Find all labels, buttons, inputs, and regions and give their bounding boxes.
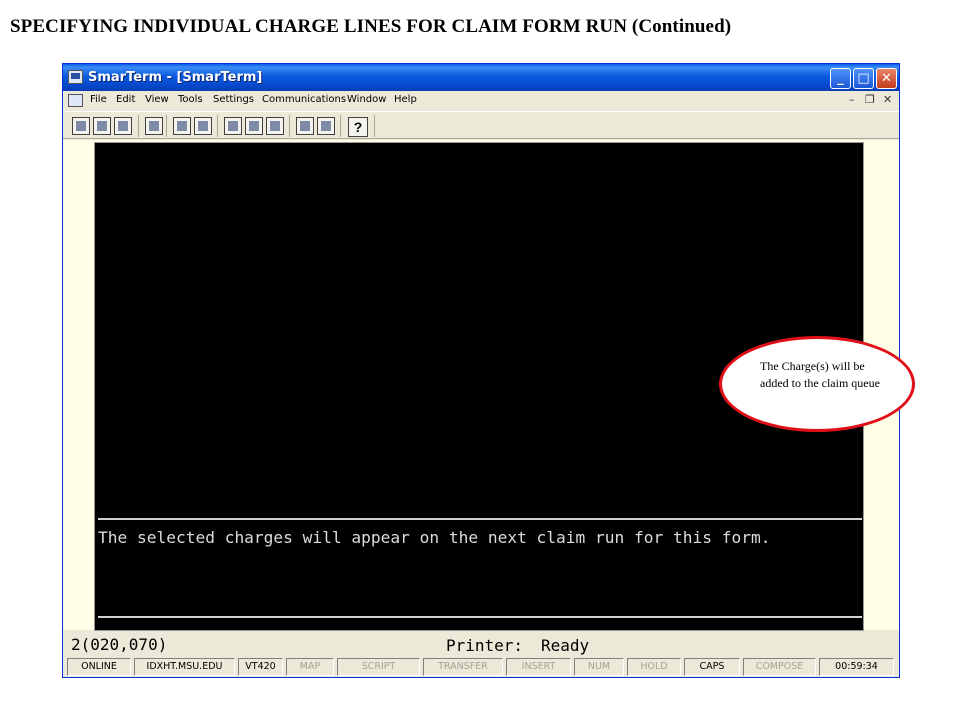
- indicator-caps[interactable]: CAPS: [684, 658, 740, 676]
- minimize-button[interactable]: _: [830, 68, 851, 89]
- menu-view[interactable]: View: [145, 94, 169, 105]
- table-icon[interactable]: [266, 117, 284, 135]
- smarterm-app-icon[interactable]: [68, 70, 83, 84]
- title-bar[interactable]: SmarTerm - [SmarTerm] _ □ ✕: [63, 64, 899, 91]
- indicator-clock: 00:59:34: [819, 658, 894, 676]
- print-icon[interactable]: [145, 117, 163, 135]
- callout-ellipse: The Charge(s) will be added to the claim…: [719, 336, 915, 432]
- menu-file[interactable]: File: [90, 94, 107, 105]
- indicator-emulation[interactable]: VT420: [238, 658, 283, 676]
- menu-help[interactable]: Help: [394, 94, 417, 105]
- indicator-map[interactable]: MAP: [286, 658, 334, 676]
- paste-icon[interactable]: [194, 117, 212, 135]
- terminal-status-line: 2(020,070) Printer: Ready: [63, 633, 899, 655]
- terminal-divider-top: [98, 518, 862, 520]
- open-icon[interactable]: [93, 117, 111, 135]
- indicator-transfer[interactable]: TRANSFER: [423, 658, 503, 676]
- callout-text: The Charge(s) will be added to the claim…: [760, 359, 880, 390]
- menu-edit[interactable]: Edit: [116, 94, 135, 105]
- help-button[interactable]: ?: [348, 117, 368, 137]
- indicator-online[interactable]: ONLINE: [67, 658, 131, 676]
- menu-window[interactable]: Window: [347, 94, 386, 105]
- send-icon[interactable]: [296, 117, 314, 135]
- copy-icon[interactable]: [173, 117, 191, 135]
- menu-settings[interactable]: Settings: [213, 94, 254, 105]
- toolbar-group-transfer: [292, 115, 341, 137]
- status-indicators: ONLINE IDXHT.MSU.EDU VT420 MAP SCRIPT TR…: [63, 656, 899, 677]
- window-title: SmarTerm - [SmarTerm]: [88, 70, 263, 85]
- toolbar-group-help: ?: [343, 115, 375, 137]
- menu-tools[interactable]: Tools: [178, 94, 203, 105]
- mdi-close-button[interactable]: ✕: [883, 93, 892, 106]
- menu-communications[interactable]: Communications: [262, 94, 346, 105]
- terminal-message: The selected charges will appear on the …: [98, 528, 771, 547]
- save-icon[interactable]: [114, 117, 132, 135]
- mdi-restore-button[interactable]: ❐: [865, 93, 875, 106]
- menu-bar: File Edit View Tools Settings Communicat…: [63, 91, 899, 111]
- toolbar-group-tools: [220, 115, 290, 137]
- folder-icon[interactable]: [224, 117, 242, 135]
- printer-label: Printer:: [446, 636, 524, 655]
- toolbar-group-print: [141, 115, 167, 137]
- indicator-hold[interactable]: HOLD: [627, 658, 681, 676]
- cursor-position: 2(020,070): [71, 635, 168, 654]
- maximize-button[interactable]: □: [853, 68, 874, 89]
- indicator-compose[interactable]: COMPOSE: [743, 658, 816, 676]
- close-button[interactable]: ✕: [876, 68, 897, 89]
- document-icon[interactable]: [68, 94, 83, 107]
- toolbar-group-clipboard: [169, 115, 218, 137]
- printer-status: Ready: [541, 636, 590, 655]
- indicator-insert[interactable]: INSERT: [506, 658, 571, 676]
- keyboard-icon[interactable]: [245, 117, 263, 135]
- indicator-host[interactable]: IDXHT.MSU.EDU: [134, 658, 235, 676]
- indicator-num[interactable]: NUM: [574, 658, 624, 676]
- receive-icon[interactable]: [317, 117, 335, 135]
- mdi-minimize-button[interactable]: –: [849, 93, 855, 106]
- terminal-divider-bottom: [98, 616, 862, 618]
- slide-title: SPECIFYING INDIVIDUAL CHARGE LINES FOR C…: [10, 16, 732, 37]
- toolbar: ?: [63, 111, 899, 139]
- indicator-script[interactable]: SCRIPT: [337, 658, 420, 676]
- toolbar-group-file: [68, 115, 139, 137]
- new-icon[interactable]: [72, 117, 90, 135]
